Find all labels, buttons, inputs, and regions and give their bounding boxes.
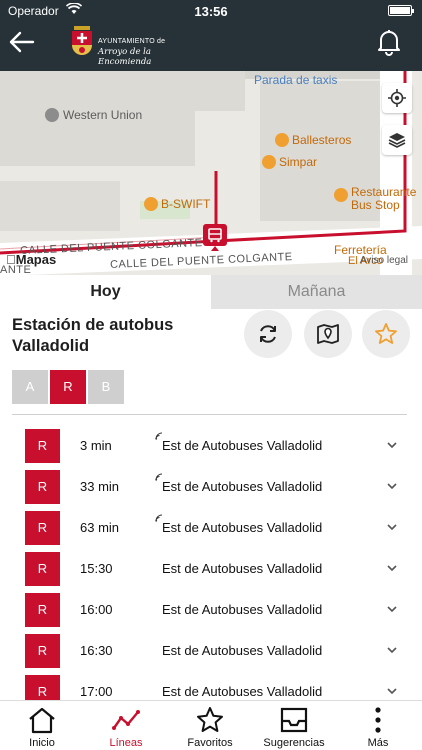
logo-text-bottom: Arroyo de la Encomienda (98, 47, 152, 67)
chevron-down-icon[interactable] (386, 439, 398, 451)
departure-destination: Est de Autobuses Valladolid (162, 643, 323, 658)
status-bar: Operador 13:56 (0, 0, 422, 22)
poi-bswift-icon (144, 197, 158, 211)
departure-destination: Est de Autobuses Valladolid (162, 684, 323, 699)
stop-map[interactable]: Parada de taxis Western Union Ballestero… (0, 71, 422, 275)
nav-sugerencias-label: Sugerencias (263, 737, 325, 749)
map-label-western-union: Western Union (63, 108, 143, 122)
map-label-taxi: Parada de taxis (254, 73, 338, 87)
line-badge: R (25, 429, 60, 463)
line-badge: R (25, 511, 60, 545)
departure-destination: Est de Autobuses Valladolid (162, 602, 323, 617)
inbox-icon (280, 707, 308, 733)
departure-row[interactable]: R 16:00 Est de Autobuses Valladolid (0, 589, 422, 630)
chevron-down-icon[interactable] (386, 480, 398, 492)
map-label-bswift: B-SWIFT (161, 197, 211, 211)
star-outline-icon (375, 323, 397, 344)
layers-icon (388, 133, 406, 148)
locate-me-button[interactable] (382, 83, 412, 113)
departure-destination: Est de Autobuses Valladolid (162, 561, 323, 576)
chevron-down-icon[interactable] (386, 521, 398, 533)
departure-time: 3 min (80, 438, 112, 453)
poi-western-union-icon (45, 108, 59, 122)
line-badge: R (25, 470, 60, 504)
map-pin-icon (317, 324, 339, 344)
status-time: 13:56 (194, 4, 228, 19)
nav-inicio-label: Inicio (29, 737, 55, 749)
refresh-button[interactable] (244, 310, 292, 358)
chevron-down-icon[interactable] (386, 685, 398, 697)
departure-destination: Est de Autobuses Valladolid (162, 479, 323, 494)
line-badge: R (25, 552, 60, 586)
tab-tomorrow[interactable]: Mañana (211, 275, 422, 309)
line-option-a[interactable]: A (12, 370, 48, 404)
chevron-down-icon[interactable] (386, 562, 398, 574)
day-tabs: Hoy Mañana (0, 275, 422, 309)
departure-row[interactable]: R 63 min Est de Autobuses Valladolid (0, 507, 422, 548)
refresh-icon (260, 325, 276, 343)
departure-row[interactable]: R 15:30 Est de Autobuses Valladolid (0, 548, 422, 589)
nav-favoritos-label: Favoritos (187, 737, 233, 749)
nav-favoritos[interactable]: Favoritos (168, 701, 252, 750)
departure-time: 15:30 (80, 561, 113, 576)
app-screen: Operador 13:56 AYUNTAMIENTO de Arroyo de… (0, 0, 422, 750)
map-label-ballesteros: Ballesteros (292, 133, 352, 147)
departure-time: 16:00 (80, 602, 113, 617)
apple-maps-logo: Mapas (6, 252, 56, 267)
departure-row[interactable]: R 3 min Est de Autobuses Valladolid (0, 425, 422, 466)
nav-sugerencias[interactable]: Sugerencias (252, 701, 336, 750)
bottom-navigation: Inicio Líneas Favoritos Sugerencias Más (0, 700, 422, 750)
battery-icon (388, 5, 414, 16)
route-lines-icon (112, 710, 140, 730)
map-label-restaurant-2: Bus Stop (351, 198, 400, 212)
star-icon (197, 707, 223, 732)
notifications-bell-icon[interactable] (376, 28, 402, 56)
departure-time: 16:30 (80, 643, 113, 658)
line-badge: R (25, 593, 60, 627)
line-option-r[interactable]: R (50, 370, 86, 404)
departure-time: 33 min (80, 479, 120, 494)
header-bar: Operador 13:56 AYUNTAMIENTO de Arroyo de… (0, 0, 422, 71)
poi-simpar-icon (262, 155, 276, 169)
logo-text-top: AYUNTAMIENTO de (98, 38, 166, 45)
more-vertical-icon (375, 707, 381, 733)
departure-time: 17:00 (80, 684, 113, 699)
nav-mas[interactable]: Más (336, 701, 420, 750)
favorite-button[interactable] (362, 310, 410, 358)
departure-time: 63 min (80, 520, 120, 535)
line-option-b[interactable]: B (88, 370, 124, 404)
bus-stop-marker-icon[interactable] (202, 223, 228, 251)
nav-mas-label: Más (367, 737, 389, 749)
stop-name: Estación de autobus Valladolid (12, 316, 174, 355)
map-layers-button[interactable] (382, 125, 412, 155)
departure-row[interactable]: R 16:30 Est de Autobuses Valladolid (0, 630, 422, 671)
nav-lineas[interactable]: Líneas (84, 701, 168, 750)
chevron-down-icon[interactable] (386, 603, 398, 615)
divider (12, 414, 407, 415)
legal-link[interactable]: Aviso legal (360, 255, 408, 266)
apple-maps-label: Mapas (6, 252, 56, 267)
departure-destination: Est de Autobuses Valladolid (162, 520, 323, 535)
chevron-down-icon[interactable] (386, 644, 398, 656)
departure-destination: Est de Autobuses Valladolid (162, 438, 323, 453)
poi-restaurant-icon (334, 188, 348, 202)
show-on-map-button[interactable] (304, 310, 352, 358)
location-target-icon (388, 89, 406, 107)
municipality-logo: AYUNTAMIENTO de Arroyo de la Encomienda (70, 24, 190, 67)
line-badge: R (25, 634, 60, 668)
tab-today[interactable]: Hoy (0, 275, 211, 309)
coat-of-arms-icon (72, 26, 92, 55)
map-label-simpar: Simpar (279, 155, 318, 169)
departure-row[interactable]: R 33 min Est de Autobuses Valladolid (0, 466, 422, 507)
back-arrow-icon[interactable] (8, 30, 36, 54)
nav-lineas-label: Líneas (109, 737, 143, 749)
map-label-restaurant: Restaurante (351, 185, 417, 199)
poi-ballesteros-icon (275, 133, 289, 147)
nav-inicio[interactable]: Inicio (0, 701, 84, 750)
home-icon (29, 707, 55, 734)
